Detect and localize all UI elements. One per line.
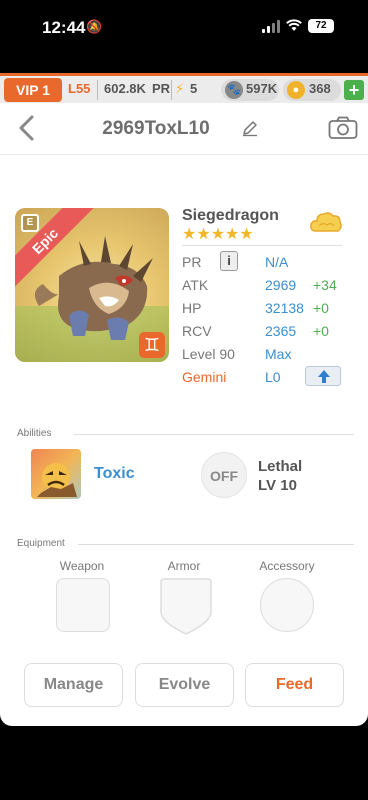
armor-slot-label: Armor xyxy=(167,559,201,573)
weapon-slot[interactable] xyxy=(56,578,110,632)
rcv-value: 2365 xyxy=(265,323,297,339)
hp-bonus: +0 xyxy=(313,300,329,316)
paw-icon: 🐾 xyxy=(225,81,243,99)
accessory-slot[interactable] xyxy=(260,578,314,632)
atk-bonus: +34 xyxy=(313,277,337,293)
energy-value: 5 xyxy=(190,81,198,96)
paw-currency-value: 597K xyxy=(246,81,278,96)
lethal-ability-toggle[interactable]: OFF xyxy=(201,452,247,498)
atk-value: 2969 xyxy=(265,277,297,293)
rcv-bonus: +0 xyxy=(313,323,329,339)
monster-name: Siegedragon xyxy=(182,207,279,224)
weapon-slot-label: Weapon xyxy=(59,559,105,573)
arrow-up-icon xyxy=(318,370,330,383)
page-title: 2969ToxL10 xyxy=(102,118,210,139)
pr-label: PR xyxy=(182,254,202,270)
primary-ability-name[interactable]: Toxic xyxy=(94,465,135,483)
edit-pencil-icon[interactable] xyxy=(241,119,259,137)
zodiac-upgrade-button[interactable] xyxy=(305,366,341,386)
manage-button[interactable]: Manage xyxy=(24,663,123,707)
divider xyxy=(74,434,354,435)
camera-icon[interactable] xyxy=(328,116,358,140)
clock: 12:44 xyxy=(42,18,86,37)
power-rating-unit: PR xyxy=(152,81,171,96)
vip-badge[interactable]: VIP 1 xyxy=(4,78,62,102)
level-value: Max xyxy=(265,346,292,362)
secondary-ability[interactable]: Lethal LV 10 xyxy=(258,457,302,495)
monster-detail-panel: 2969ToxL10 Epic E ♊ Siegedragon ★★★★★ PR… xyxy=(0,103,368,726)
star-rating: ★★★★★ xyxy=(182,226,254,243)
secondary-ability-name: Lethal xyxy=(258,458,303,475)
level-label: Level 90 xyxy=(182,346,235,362)
status-bar: 12:44 🔕 72 xyxy=(0,0,368,58)
wifi-icon xyxy=(286,19,302,35)
gold-coin-icon: ● xyxy=(287,81,305,99)
accessory-slot-label: Accessory xyxy=(259,559,315,573)
abilities-section-label: Abilities xyxy=(17,428,52,439)
zodiac-level-value: L0 xyxy=(265,369,281,385)
pr-value: N/A xyxy=(265,254,289,270)
evolve-button[interactable]: Evolve xyxy=(135,663,234,707)
shield-slot-icon xyxy=(160,578,212,635)
rcv-label: RCV xyxy=(182,323,212,339)
divider xyxy=(182,245,342,246)
panel-header: 2969ToxL10 xyxy=(0,103,368,155)
energy-icon: ⚡ xyxy=(175,81,185,96)
atk-label: ATK xyxy=(182,277,209,293)
cloud-element-icon xyxy=(309,209,343,235)
hp-label: HP xyxy=(182,300,202,316)
silent-mode-icon: 🔕 xyxy=(86,19,103,34)
secondary-ability-level: LV 10 xyxy=(258,477,297,494)
divider xyxy=(78,544,354,545)
gemini-zodiac-icon: ♊ xyxy=(139,332,165,358)
info-button[interactable]: i xyxy=(220,251,238,271)
divider xyxy=(171,80,172,100)
cellular-signal-icon xyxy=(262,20,280,33)
feed-button[interactable]: Feed xyxy=(245,663,344,707)
monster-portrait[interactable]: Epic E ♊ xyxy=(15,208,169,362)
zodiac-label: Gemini xyxy=(182,369,227,385)
equipment-section-label: Equipment xyxy=(17,538,65,549)
divider xyxy=(97,80,98,100)
armor-slot[interactable] xyxy=(158,578,214,636)
resource-bar: VIP 1 L55 602.8K PR ⚡ 5 🐾 597K ● 368 + xyxy=(0,73,368,103)
gold-currency-value: 368 xyxy=(309,81,331,96)
hp-value: 32138 xyxy=(265,300,304,316)
power-rating-value: 602.8K xyxy=(104,81,146,96)
battery-indicator: 72 xyxy=(308,19,334,33)
element-badge: E xyxy=(21,214,39,232)
player-level: L55 xyxy=(68,81,91,96)
toxic-ability-icon[interactable] xyxy=(31,449,81,499)
add-currency-button[interactable]: + xyxy=(344,80,364,100)
